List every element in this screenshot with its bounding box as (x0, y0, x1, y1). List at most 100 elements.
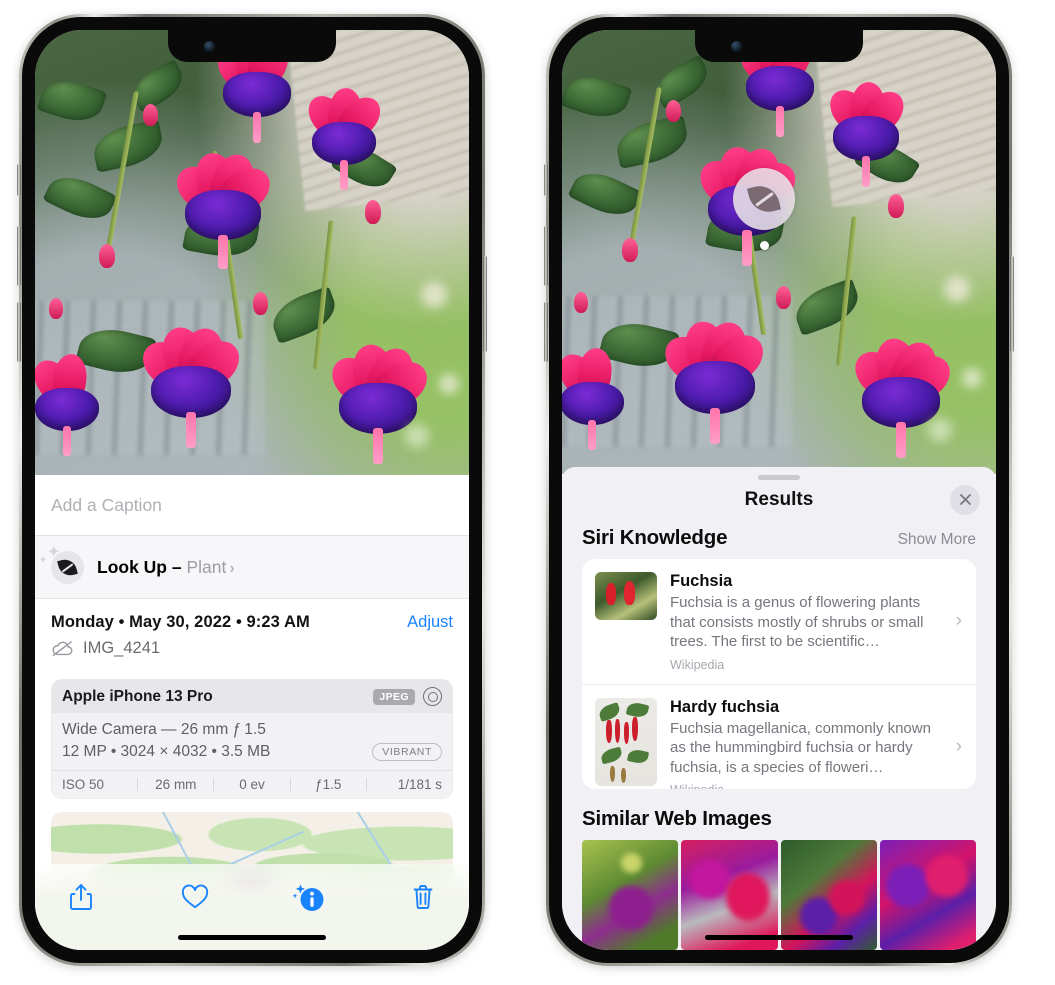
device-bezel: Add a Caption ✦ ✦ Look Up – Plant › Monda… (22, 17, 482, 963)
photo-flower (562, 346, 640, 451)
knowledge-source: Wikipedia (670, 783, 945, 789)
photo-metadata: Monday • May 30, 2022 • 9:23 AM Adjust I… (35, 598, 469, 668)
photo-viewer[interactable] (562, 30, 996, 474)
photo-filename: IMG_4241 (83, 639, 161, 657)
volume-up-button[interactable] (17, 226, 21, 286)
siri-knowledge-title: Siri Knowledge (582, 526, 728, 550)
exif-body: Wide Camera — 26 mm ƒ 1.5 12 MP • 3024 ×… (52, 713, 452, 770)
look-up-subject: Plant (186, 556, 227, 577)
photo-bud (622, 238, 638, 262)
chevron-right-icon: › (955, 610, 962, 632)
device-bezel: Results Siri Knowledge Show More Fuchsia… (549, 17, 1009, 963)
knowledge-source: Wikipedia (670, 657, 725, 672)
knowledge-description: Fuchsia magellanica, commonly known as t… (670, 719, 931, 776)
photo-flower (816, 80, 916, 187)
photo-bud (574, 292, 588, 313)
chevron-right-icon: › (955, 735, 962, 757)
info-sparkle-icon[interactable] (289, 878, 329, 916)
photo-viewer[interactable] (35, 30, 469, 482)
siri-knowledge-header: Siri Knowledge Show More (562, 520, 996, 559)
photo-date: Monday • May 30, 2022 • 9:23 AM (51, 613, 310, 631)
photo-bud (365, 200, 381, 224)
power-button[interactable] (1010, 256, 1014, 352)
photo-bud (49, 298, 63, 319)
results-title: Results (744, 488, 814, 510)
front-camera (204, 41, 215, 52)
mute-switch[interactable] (17, 164, 21, 196)
web-image-tile[interactable] (681, 840, 778, 950)
photo-flower (295, 86, 393, 191)
chevron-right-icon: › (229, 559, 235, 577)
trash-icon[interactable] (403, 878, 443, 916)
exif-stats-row: ISO 50 26 mm 0 ev ƒ1.5 1/181 s (52, 770, 452, 798)
knowledge-item[interactable]: Fuchsia Fuchsia is a genus of flowering … (582, 559, 976, 684)
photo-bokeh (405, 424, 429, 448)
camera-model: Apple iPhone 13 Pro (62, 687, 213, 705)
exif-card[interactable]: Apple iPhone 13 Pro JPEG Wide Camera — 2… (51, 679, 453, 799)
similar-web-images-title: Similar Web Images (582, 807, 772, 830)
screenshot-stage: Add a Caption ✦ ✦ Look Up – Plant › Monda… (0, 0, 1055, 985)
photo-bud (143, 104, 158, 126)
knowledge-description: Fuchsia is a genus of flowering plants t… (670, 594, 924, 651)
photo-bud (666, 100, 681, 122)
device-notch (168, 30, 336, 62)
power-button[interactable] (483, 256, 487, 352)
adjust-button[interactable]: Adjust (407, 613, 453, 632)
knowledge-item[interactable]: Hardy fuchsia Fuchsia magellanica, commo… (582, 683, 976, 789)
stat-shutter: 1/181 s (397, 777, 443, 792)
look-up-prefix: Look Up – (97, 556, 187, 577)
close-icon[interactable] (950, 484, 980, 515)
results-sheet: Results Siri Knowledge Show More Fuchsia… (562, 467, 996, 950)
iphone-left: Add a Caption ✦ ✦ Look Up – Plant › Monda… (17, 14, 487, 966)
plant-lookup-badge[interactable] (733, 168, 795, 230)
photo-bokeh (928, 418, 952, 442)
volume-down-button[interactable] (544, 302, 548, 362)
mute-switch[interactable] (544, 164, 548, 196)
photo-flower (165, 148, 281, 270)
lens-info: Wide Camera — 26 mm ƒ 1.5 (62, 721, 266, 738)
leaf-icon (747, 182, 781, 216)
front-camera (731, 41, 742, 52)
photo-bud (776, 286, 791, 309)
photo-bokeh (421, 282, 447, 308)
photo-flower (35, 352, 115, 457)
photo-flower (654, 316, 776, 445)
volume-up-button[interactable] (544, 226, 548, 286)
photo-bud (253, 292, 268, 315)
device-notch (695, 30, 863, 62)
caption-field[interactable]: Add a Caption (35, 475, 469, 536)
look-up-label: Look Up – Plant › (97, 557, 235, 578)
stat-exposure: 0 ev (239, 777, 265, 792)
screen-right: Results Siri Knowledge Show More Fuchsia… (562, 30, 996, 950)
knowledge-title: Hardy fuchsia (670, 697, 780, 716)
share-icon[interactable] (61, 878, 101, 916)
web-image-tile[interactable] (780, 840, 877, 950)
knowledge-thumbnail (595, 697, 657, 786)
cloud-off-icon (51, 641, 74, 657)
heart-icon[interactable] (175, 878, 215, 916)
knowledge-thumbnail (595, 572, 657, 621)
knowledge-title: Fuchsia (670, 572, 733, 591)
aperture-icon (423, 687, 442, 706)
leaf-icon (51, 550, 84, 584)
photo-flower (131, 322, 251, 448)
home-indicator[interactable] (705, 935, 853, 940)
look-up-row[interactable]: ✦ ✦ Look Up – Plant › (35, 536, 469, 598)
sparkle-icon: ✦ (39, 555, 48, 566)
similar-web-images-header: Similar Web Images (562, 789, 996, 840)
screen-left: Add a Caption ✦ ✦ Look Up – Plant › Monda… (35, 30, 469, 950)
volume-down-button[interactable] (17, 302, 21, 362)
show-more-button[interactable]: Show More (898, 531, 976, 549)
similar-web-images-strip[interactable] (562, 840, 996, 950)
results-header: Results (562, 480, 996, 520)
stat-focal: 26 mm (155, 777, 197, 792)
file-size-info: 12 MP • 3024 × 4032 • 3.5 MB (62, 743, 271, 760)
color-profile-chip: VIBRANT (372, 743, 442, 761)
iphone-right: Results Siri Knowledge Show More Fuchsia… (544, 14, 1014, 966)
web-image-tile[interactable] (582, 840, 679, 950)
home-indicator[interactable] (178, 935, 326, 940)
photo-bud (888, 194, 904, 218)
caption-placeholder: Add a Caption (51, 494, 162, 515)
web-image-tile[interactable] (879, 840, 976, 950)
stat-iso: ISO 50 (62, 777, 105, 792)
